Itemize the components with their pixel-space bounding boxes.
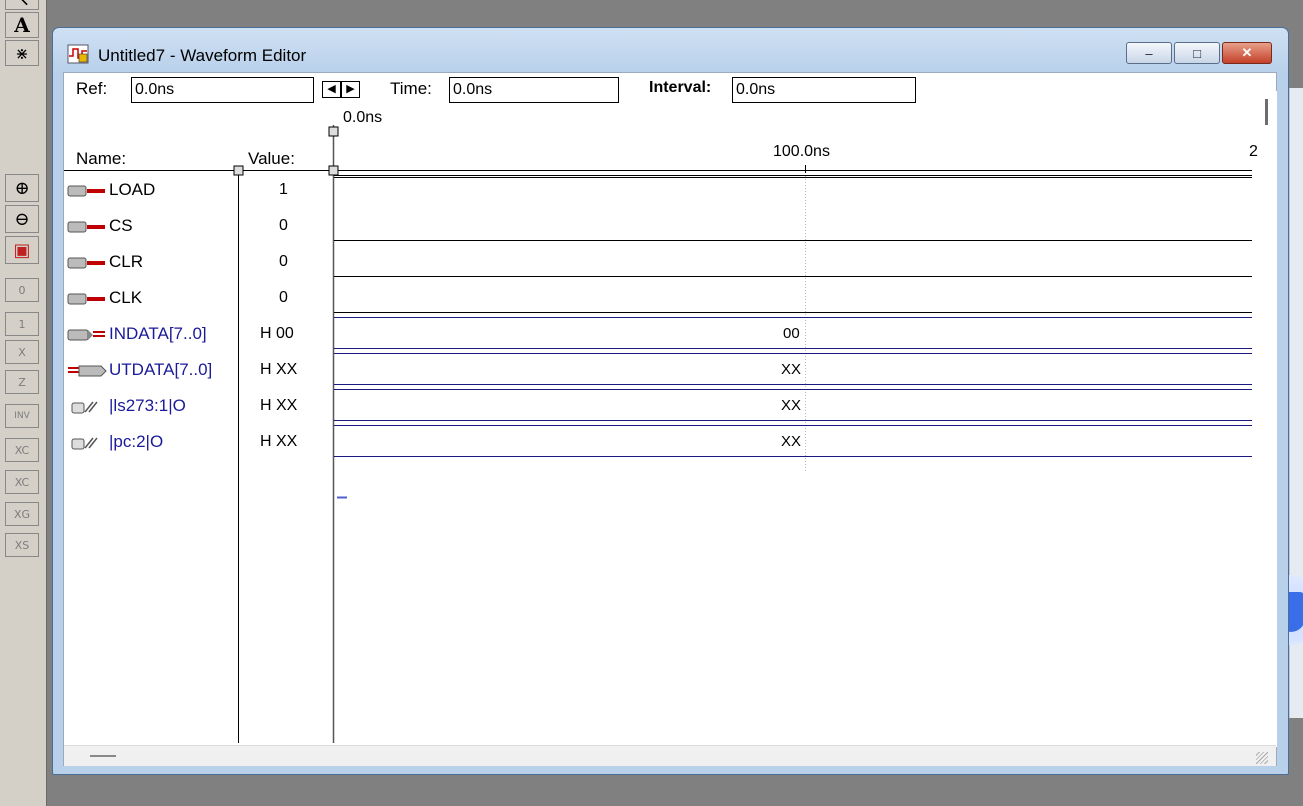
status-bar	[64, 745, 1276, 766]
signal-name: CLK	[109, 288, 143, 307]
waveform-client-area: Ref: 0.0ns ◀ ▶ Time: 0.0ns Interval: 0.0…	[63, 72, 1277, 766]
waveform-editor-window: Untitled7 - Waveform Editor – □ ✕ Ref: 0…	[52, 27, 1289, 775]
set-unknown-button[interactable]: X	[5, 340, 39, 364]
pointer-icon: ↖	[14, 0, 31, 11]
overwrite-clock-icon: XC	[14, 475, 30, 489]
zoom-out-button[interactable]: ⊖	[5, 205, 39, 233]
fit-in-window-button[interactable]: ▣	[5, 236, 39, 264]
overwrite-sequence-button[interactable]: XS	[5, 533, 39, 557]
zoom-out-icon: ⊖	[14, 208, 30, 230]
fit-in-window-icon: ▣	[13, 239, 31, 261]
signal-value: 0	[279, 253, 288, 270]
signal-value: H XX	[260, 433, 298, 450]
overwrite-sequence-icon: XS	[14, 538, 30, 552]
text-tool-button[interactable]: A	[5, 12, 39, 38]
signal-value: 0	[279, 289, 288, 306]
window-title: Untitled7 - Waveform Editor	[98, 46, 307, 65]
signal-value: H XX	[260, 397, 298, 414]
text-icon: A	[14, 13, 30, 37]
waveform-canvas[interactable]	[64, 73, 1262, 743]
signal-name: LOAD	[109, 180, 156, 199]
input-pin-icon	[67, 257, 105, 269]
signal-name: |pc:2|O	[109, 432, 164, 451]
buried-node-icon	[71, 401, 98, 414]
set-high-impedance-button[interactable]: Z	[5, 370, 39, 394]
signal-name: |ls273:1|O	[109, 396, 186, 415]
bus-value-label: XX	[781, 433, 802, 450]
overwrite-group-button[interactable]: XG	[5, 502, 39, 526]
invert-button[interactable]: INV	[5, 404, 39, 428]
minimize-button[interactable]: –	[1126, 42, 1172, 64]
maximize-icon: □	[1193, 45, 1201, 61]
buried-node-icon	[71, 437, 98, 450]
signal-value: 0	[279, 217, 288, 234]
waveform-editor-app-icon	[67, 44, 89, 64]
signal-value: H XX	[260, 361, 298, 378]
input-pin-icon	[67, 185, 105, 197]
low-level-icon: 0	[18, 283, 26, 297]
overwrite-clock-button[interactable]: XC	[5, 470, 39, 494]
signal-value: 1	[279, 181, 288, 198]
set-low-button[interactable]: 0	[5, 278, 39, 302]
pointer-tool-button[interactable]: ↖	[5, 0, 39, 11]
set-high-button[interactable]: 1	[5, 312, 39, 336]
input-pin-icon	[67, 221, 105, 233]
bus-value-label: 00	[783, 325, 800, 342]
signal-value: H 00	[260, 325, 294, 342]
bus-value-label: XX	[781, 361, 802, 378]
overwrite-group-icon: XG	[13, 507, 31, 521]
overwrite-count-icon: XC	[14, 443, 30, 457]
signal-name: CLR	[109, 252, 144, 271]
bus-value-label: XX	[781, 397, 802, 414]
waveform-toolbar: ↖ A ⋇ ⊕ ⊖ ▣ 0 1 X Z INV XC XC XG XS	[0, 0, 47, 806]
unknown-level-icon: X	[18, 345, 26, 359]
input-bus-icon	[67, 329, 105, 341]
output-bus-icon	[68, 365, 107, 377]
high-impedance-icon: Z	[18, 375, 26, 389]
input-pin-icon	[67, 293, 105, 305]
vertical-scrollbar[interactable]	[1263, 91, 1277, 747]
zoom-in-button[interactable]: ⊕	[5, 174, 39, 202]
waveform-edit-tool-button[interactable]: ⋇	[5, 40, 39, 66]
signal-name: INDATA[7..0]	[109, 324, 207, 343]
close-icon: ✕	[1241, 45, 1253, 60]
invert-icon: INV	[14, 411, 30, 421]
status-indicator	[90, 755, 116, 757]
minimize-icon: –	[1145, 45, 1153, 61]
high-level-icon: 1	[18, 317, 26, 331]
signal-name: CS	[109, 216, 133, 235]
resize-grip[interactable]	[1256, 752, 1268, 764]
waveform-edit-icon: ⋇	[15, 43, 29, 63]
zoom-in-icon: ⊕	[14, 177, 30, 199]
signal-name: UTDATA[7..0]	[109, 360, 213, 379]
close-button[interactable]: ✕	[1222, 42, 1272, 64]
maximize-button[interactable]: □	[1174, 42, 1220, 64]
scrollbar-thumb[interactable]	[1265, 99, 1268, 125]
overwrite-count-button[interactable]: XC	[5, 438, 39, 462]
